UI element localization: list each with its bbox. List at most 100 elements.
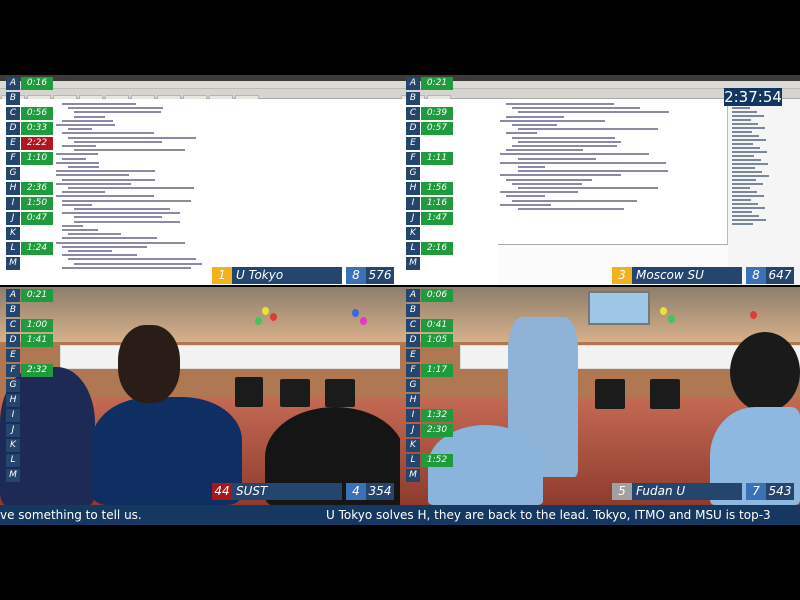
code-line: [56, 174, 129, 177]
code-line: [74, 149, 185, 152]
problem-solve-time: 1:24: [21, 242, 53, 255]
outline-item[interactable]: [732, 139, 766, 141]
outline-item[interactable]: [732, 143, 753, 145]
problem-solve-time: 1:50: [21, 197, 53, 210]
problem-row: I 1:50: [6, 197, 53, 210]
problem-row: F 1:17: [406, 364, 453, 377]
editor-menubar: [0, 81, 400, 89]
balloon: [360, 317, 367, 325]
code-line: [68, 258, 196, 261]
outline-item[interactable]: [732, 195, 764, 197]
code-line: [56, 241, 186, 244]
code-line: [518, 170, 668, 173]
outline-item[interactable]: [732, 159, 761, 161]
code-line: [74, 208, 171, 210]
problem-letter: M: [6, 469, 20, 482]
code-line: [56, 182, 131, 185]
outline-item[interactable]: [732, 219, 766, 221]
problem-letter: H: [406, 182, 420, 195]
problem-row: M: [406, 257, 452, 270]
problem-letter: A: [6, 77, 20, 90]
problem-letter: E: [6, 349, 20, 362]
code-line: [506, 149, 584, 152]
outline-item[interactable]: [732, 135, 759, 137]
code-line: [56, 161, 100, 164]
code-line: [56, 195, 155, 198]
outline-item[interactable]: [732, 187, 750, 189]
problem-row: J 0:47: [6, 212, 53, 225]
problem-letter: K: [406, 227, 420, 240]
problem-solve-time: 1:52: [421, 454, 453, 467]
problem-solve-time: 2:30: [421, 424, 453, 437]
problem-solve-time: 1:56: [421, 182, 453, 195]
contest-clock: 2:37:54: [724, 88, 782, 106]
code-line: [518, 187, 659, 189]
problem-row: I 1:16: [406, 197, 453, 210]
problem-letter: E: [6, 137, 20, 150]
problem-row: J 1:47: [406, 212, 453, 225]
team-bar: 1 U Tokyo 8 576: [212, 267, 394, 284]
team-bar: 3 Moscow SU 8 647: [612, 267, 794, 284]
outline-item[interactable]: [732, 199, 751, 201]
outline-item[interactable]: [732, 107, 750, 109]
team-penalty: 543: [766, 483, 794, 500]
outline-item[interactable]: [732, 155, 754, 157]
code-line: [62, 203, 92, 206]
code-line: [62, 245, 147, 248]
problem-letter: D: [406, 334, 420, 347]
outline-item[interactable]: [732, 223, 753, 225]
problem-solve-time: 0:21: [21, 289, 53, 302]
balloon: [262, 307, 269, 315]
problem-row: K: [406, 439, 452, 452]
contestant-head: [118, 325, 180, 403]
outline-item[interactable]: [732, 211, 752, 213]
outline-item[interactable]: [732, 167, 755, 169]
outline-item[interactable]: [732, 163, 768, 165]
problem-row: D 0:57: [406, 122, 453, 135]
outline-item[interactable]: [732, 151, 767, 153]
problem-row: L: [6, 454, 52, 467]
outline-item[interactable]: [732, 175, 769, 177]
outline-item[interactable]: [732, 203, 758, 205]
outline-item[interactable]: [732, 119, 751, 121]
news-ticker: ve something to tell us. U Tokyo solves …: [0, 505, 800, 525]
problem-letter: K: [6, 439, 20, 452]
team-bar: 44 SUST 4 354: [212, 483, 394, 500]
problem-row: C 0:41: [406, 319, 453, 332]
outline-item[interactable]: [732, 215, 759, 217]
outline-item[interactable]: [732, 191, 757, 193]
problem-row: F 1:10: [6, 152, 53, 165]
problem-row: A 0:21: [6, 289, 53, 302]
problem-letter: C: [406, 319, 420, 332]
problem-row: M: [406, 469, 452, 482]
problem-letter: G: [6, 167, 20, 180]
outline-item[interactable]: [732, 127, 765, 129]
outline-item[interactable]: [732, 115, 764, 117]
problem-letter: J: [6, 424, 20, 437]
outline-item[interactable]: [732, 183, 763, 185]
team-name: Fudan U: [632, 483, 742, 500]
chair: [595, 379, 625, 409]
problem-solve-time: 0:56: [21, 107, 53, 120]
code-line: [74, 262, 202, 265]
problem-row: J 2:30: [406, 424, 453, 437]
problem-letter: K: [406, 439, 420, 452]
outline-item[interactable]: [732, 179, 756, 181]
problem-solve-time: 1:17: [421, 364, 453, 377]
outline-item[interactable]: [732, 123, 758, 125]
problem-solve-time: 0:21: [421, 77, 453, 90]
code-line: [68, 250, 113, 252]
outline-item[interactable]: [732, 111, 757, 113]
contest-desk: [60, 345, 400, 369]
problem-solve-time: 1:16: [421, 197, 453, 210]
outline-item[interactable]: [732, 147, 760, 149]
outline-item[interactable]: [732, 207, 765, 209]
problem-row: L 1:24: [6, 242, 53, 255]
outline-item[interactable]: [732, 171, 762, 173]
problem-solve-time: 2:36: [21, 182, 53, 195]
problem-solve-time: 1:10: [21, 152, 53, 165]
outline-item[interactable]: [732, 131, 752, 133]
ticker-text-right: U Tokyo solves H, they are back to the l…: [326, 508, 771, 522]
team-bar: 5 Fudan U 7 543: [612, 483, 794, 500]
problem-row: J: [6, 424, 52, 437]
